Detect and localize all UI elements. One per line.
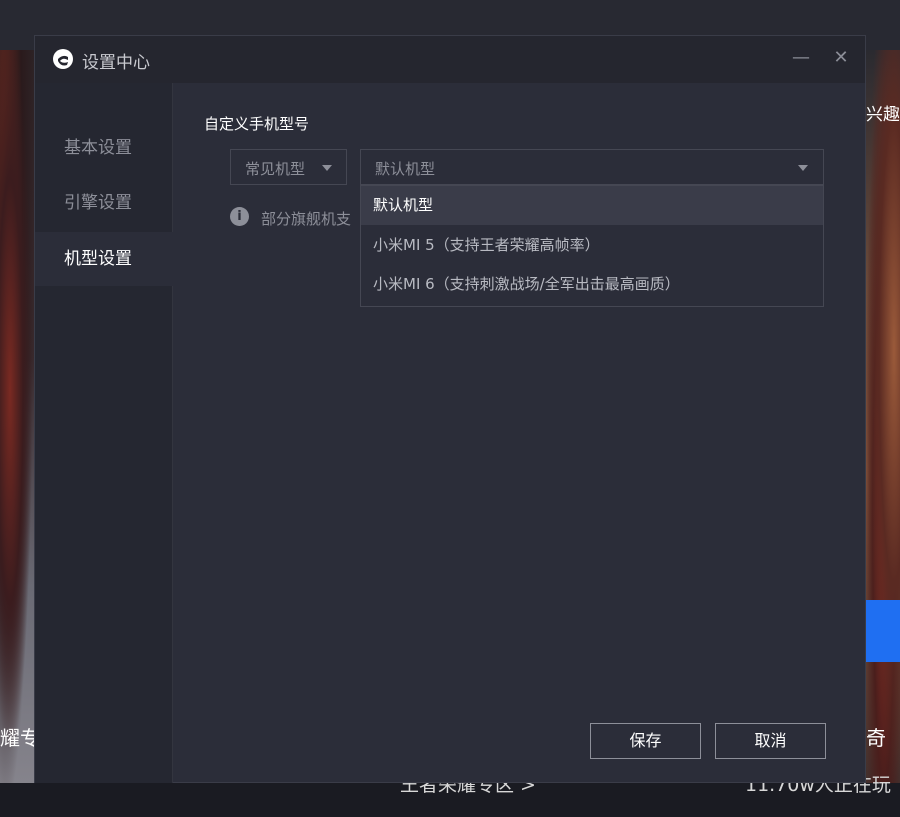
settings-content: 自定义手机型号 常见机型 默认机型 i 部分旗舰机支 默认机型 小米MI 5（支…	[173, 83, 865, 783]
background-blue-button	[866, 600, 900, 662]
chevron-down-icon	[798, 165, 808, 171]
close-icon[interactable]: ✕	[829, 46, 853, 70]
minimize-icon[interactable]: —	[789, 46, 813, 70]
sidebar-item-basic[interactable]: 基本设置	[35, 121, 173, 175]
cancel-button[interactable]: 取消	[715, 723, 826, 759]
app-logo-icon	[53, 49, 73, 69]
info-text: 部分旗舰机支	[261, 210, 352, 228]
settings-sidebar: 基本设置 引擎设置 机型设置	[35, 83, 173, 783]
background-left-game-art	[0, 50, 36, 817]
model-select[interactable]: 默认机型	[360, 149, 824, 185]
save-button[interactable]: 保存	[590, 723, 701, 759]
section-title: 自定义手机型号	[204, 115, 310, 133]
dropdown-option-mi6[interactable]: 小米MI 6（支持刺激战场/全军出击最高画质）	[361, 265, 823, 304]
background-right-bottom-text: 奇	[866, 726, 886, 750]
sidebar-item-model[interactable]: 机型设置	[35, 232, 173, 286]
dialog-titlebar[interactable]: 设置中心 — ✕	[35, 36, 865, 83]
dropdown-option-default[interactable]: 默认机型	[361, 186, 823, 225]
model-select-value: 默认机型	[375, 160, 436, 178]
background-right-top-text: 兴趣	[866, 105, 900, 125]
background-right-game-art	[864, 50, 900, 817]
chevron-down-icon	[322, 165, 332, 171]
category-select[interactable]: 常见机型	[230, 149, 347, 185]
sidebar-item-engine[interactable]: 引擎设置	[35, 176, 173, 230]
dialog-title: 设置中心	[82, 53, 150, 73]
category-select-value: 常见机型	[245, 160, 306, 178]
settings-dialog: 设置中心 — ✕ 基本设置 引擎设置 机型设置 自定义手机型号 常见机型 默认机…	[34, 35, 866, 783]
dropdown-option-mi5[interactable]: 小米MI 5（支持王者荣耀高帧率）	[361, 226, 823, 265]
info-icon: i	[230, 207, 249, 226]
model-dropdown-menu: 默认机型 小米MI 5（支持王者荣耀高帧率） 小米MI 6（支持刺激战场/全军出…	[360, 185, 824, 307]
